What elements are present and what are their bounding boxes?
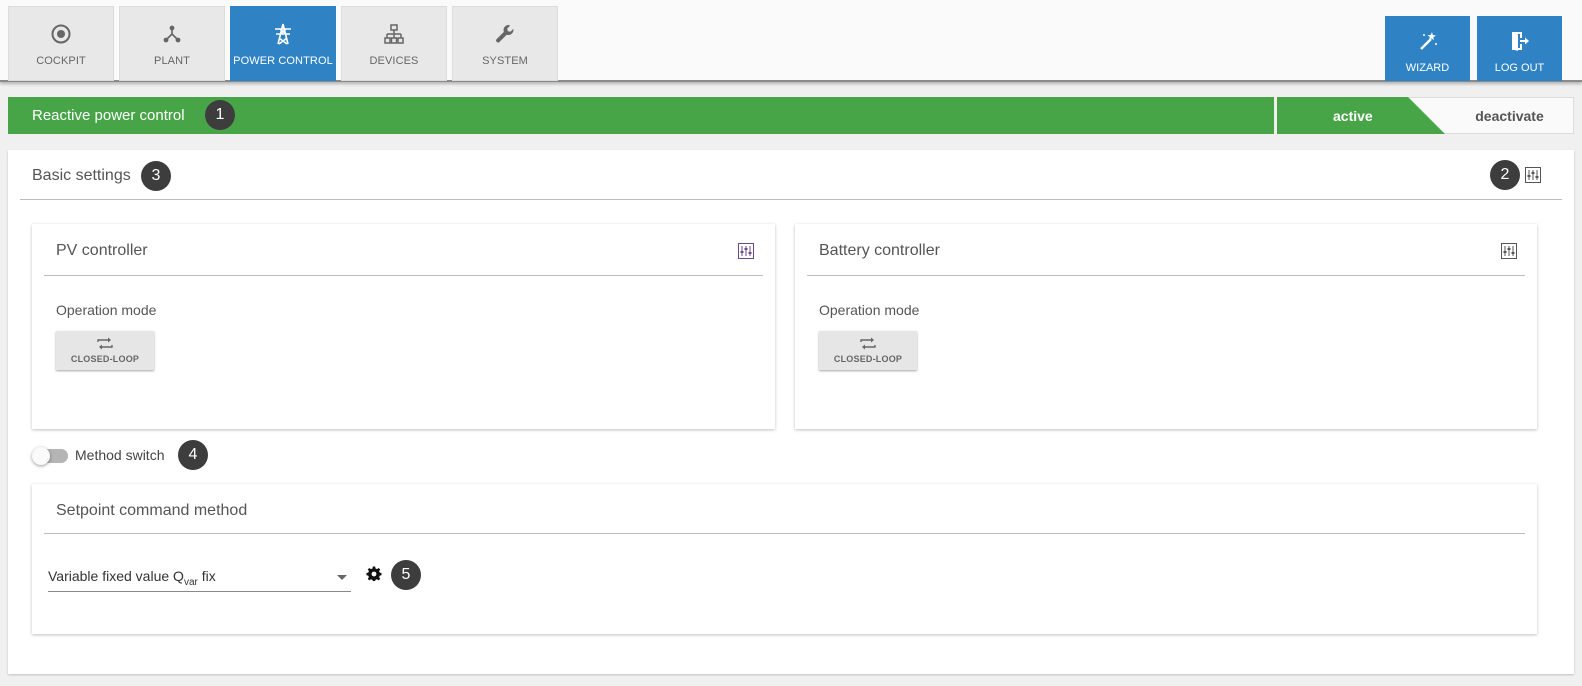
tab-label: SYSTEM [482, 55, 528, 67]
magic-wand-icon [1417, 30, 1439, 52]
loop-arrows-icon [859, 336, 877, 350]
mode-label: CLOSED-LOOP [833, 354, 903, 364]
pv-closed-loop-button[interactable]: CLOSED-LOOP [56, 331, 154, 370]
tab-label: DEVICES [369, 55, 419, 67]
pv-controller-card: PV controller Operation mode CLOSED-LOOP [32, 224, 775, 429]
sliders-settings-icon[interactable] [1525, 167, 1541, 183]
battery-controller-card: Battery controller Operation mode CLOSED… [795, 224, 1537, 429]
loop-arrows-icon [96, 336, 114, 350]
network-nodes-icon [161, 23, 183, 45]
divider [44, 275, 763, 276]
chevron-down-icon [337, 575, 347, 580]
deactivate-label: deactivate [1475, 107, 1544, 124]
top-navigation: COCKPIT PLANT POWER CONTROL DEVICES SYST… [0, 0, 1582, 82]
setpoint-command-title: Setpoint command method [56, 502, 248, 519]
tab-label: COCKPIT [36, 55, 86, 67]
target-icon [50, 23, 72, 45]
setpoint-method-select[interactable]: Variable fixed value Qvar fix [48, 562, 351, 592]
tab-power-control[interactable]: POWER CONTROL [230, 6, 336, 81]
logout-icon [1509, 30, 1531, 52]
tab-system[interactable]: SYSTEM [452, 6, 558, 81]
battery-controller-title: Battery controller [819, 242, 940, 259]
pv-controller-title: PV controller [56, 242, 148, 259]
gear-icon[interactable] [366, 566, 382, 582]
active-label: active [1333, 107, 1373, 124]
power-tower-icon [272, 23, 294, 45]
pv-controller-settings-icon[interactable] [738, 243, 754, 259]
basic-settings-title: Basic settings [32, 167, 131, 184]
wizard-button[interactable]: WIZARD [1385, 16, 1470, 81]
annotation-badge-3: 3 [141, 161, 171, 191]
logout-label: LOG OUT [1494, 62, 1545, 74]
tab-label: PLANT [154, 55, 190, 67]
basic-settings-panel: Basic settings 3 2 PV controller Operati… [8, 150, 1574, 674]
deactivate-button[interactable]: deactivate [1445, 97, 1574, 134]
method-switch-label: Method switch [75, 447, 165, 463]
annotation-badge-1: 1 [205, 100, 235, 130]
page-title: Reactive power control [32, 107, 185, 124]
battery-controller-settings-icon[interactable] [1501, 243, 1517, 259]
method-switch-toggle[interactable] [32, 447, 68, 465]
wrench-icon [494, 23, 516, 45]
battery-closed-loop-button[interactable]: CLOSED-LOOP [819, 331, 917, 370]
tab-cockpit[interactable]: COCKPIT [8, 6, 114, 81]
pv-operation-mode-label: Operation mode [56, 302, 157, 318]
annotation-badge-4: 4 [178, 440, 208, 470]
select-value: Variable fixed value Qvar fix [48, 568, 216, 588]
annotation-badge-2: 2 [1490, 160, 1520, 190]
wizard-label: WIZARD [1405, 62, 1450, 74]
annotation-badge-5: 5 [391, 560, 421, 590]
logout-button[interactable]: LOG OUT [1477, 16, 1562, 81]
mode-label: CLOSED-LOOP [70, 354, 140, 364]
tab-plant[interactable]: PLANT [119, 6, 225, 81]
divider [20, 199, 1562, 200]
tab-devices[interactable]: DEVICES [341, 6, 447, 81]
status-bar-background [8, 97, 1274, 134]
setpoint-command-card: Setpoint command method [32, 484, 1537, 634]
divider [807, 275, 1525, 276]
status-bar: Reactive power control 1 active deactiva… [8, 97, 1574, 134]
battery-operation-mode-label: Operation mode [819, 302, 920, 318]
toggle-knob [32, 447, 50, 465]
tab-label: POWER CONTROL [233, 55, 333, 67]
device-tree-icon [383, 23, 405, 45]
divider [44, 533, 1525, 534]
